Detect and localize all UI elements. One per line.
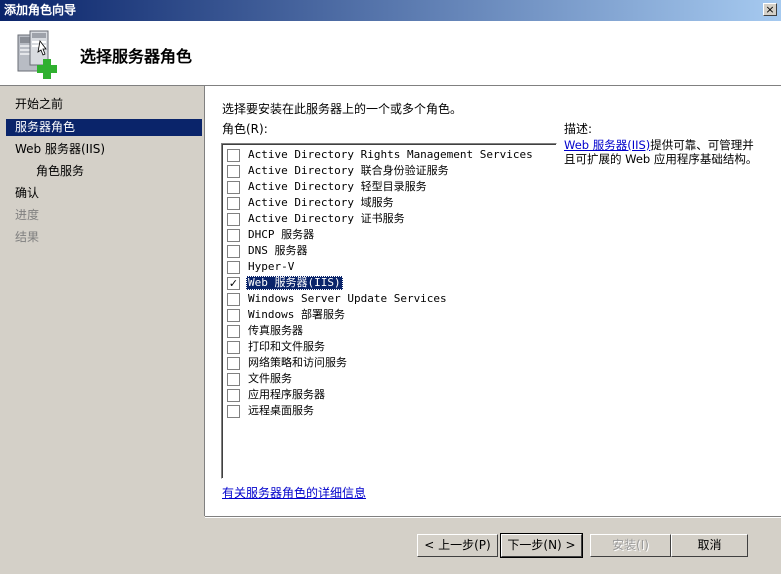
install-button: 安装(I)	[590, 534, 671, 557]
nav-item-progress: 进度	[15, 208, 40, 222]
instruction-text: 选择要安装在此服务器上的一个或多个角色。	[222, 102, 463, 116]
back-button[interactable]: < 上一步(P)	[417, 534, 498, 557]
page-title: 选择服务器角色	[80, 47, 193, 66]
wizard-footer: < 上一步(P) 下一步(N) > 安装(I) 取消	[205, 516, 781, 574]
main-panel: 选择要安装在此服务器上的一个或多个角色。 角色(R): Active Direc…	[205, 86, 781, 516]
roles-list[interactable]: Active Directory Rights Management Servi…	[221, 143, 557, 479]
role-checkbox[interactable]	[227, 293, 240, 306]
role-checkbox[interactable]	[227, 229, 240, 242]
wizard-header: 选择服务器角色	[0, 21, 781, 86]
role-label: Active Directory 轻型目录服务	[248, 180, 427, 193]
role-item[interactable]: 传真服务器	[227, 323, 547, 339]
role-label: Hyper-V	[248, 260, 295, 273]
role-label: Active Directory Rights Management Servi…	[248, 148, 533, 161]
role-checkbox[interactable]	[227, 405, 240, 418]
role-checkbox[interactable]: ✓	[227, 277, 240, 290]
role-item[interactable]: 文件服务	[227, 371, 547, 387]
role-item[interactable]: Active Directory 联合身份验证服务	[227, 163, 547, 179]
description-link[interactable]: Web 服务器(IIS)	[564, 138, 650, 152]
role-item[interactable]: DHCP 服务器	[227, 227, 547, 243]
nav-item-role-services[interactable]: 角色服务	[6, 163, 202, 180]
role-label: 应用程序服务器	[248, 388, 325, 401]
role-label: Windows Server Update Services	[248, 292, 447, 305]
role-checkbox[interactable]	[227, 341, 240, 354]
role-item[interactable]: Active Directory 轻型目录服务	[227, 179, 547, 195]
cancel-button[interactable]: 取消	[671, 534, 748, 557]
role-item[interactable]: Active Directory 域服务	[227, 195, 547, 211]
add-roles-wizard-window: 添加角色向导 × 选择服务器角色 开始之前 服务器角色 Web 服务器(IIS)…	[0, 0, 781, 574]
role-item[interactable]: Hyper-V	[227, 259, 547, 275]
role-checkbox[interactable]	[227, 389, 240, 402]
role-checkbox[interactable]	[227, 165, 240, 178]
role-item[interactable]: 应用程序服务器	[227, 387, 547, 403]
nav-item-confirmation[interactable]: 确认	[6, 185, 202, 202]
nav-item-web-server[interactable]: Web 服务器(IIS)	[6, 141, 202, 158]
role-label: Active Directory 联合身份验证服务	[248, 164, 449, 177]
role-label: 网络策略和访问服务	[248, 356, 347, 369]
role-checkbox[interactable]	[227, 197, 240, 210]
nav-item-server-roles[interactable]: 服务器角色	[6, 119, 202, 136]
role-label: Windows 部署服务	[248, 308, 345, 321]
role-item[interactable]: 打印和文件服务	[227, 339, 547, 355]
role-item[interactable]: Active Directory 证书服务	[227, 211, 547, 227]
role-checkbox[interactable]	[227, 325, 240, 338]
nav-item-results: 结果	[15, 230, 40, 244]
role-checkbox[interactable]	[227, 261, 240, 274]
role-label: Active Directory 域服务	[248, 196, 394, 209]
nav-item-before-you-begin[interactable]: 开始之前	[6, 96, 202, 113]
role-label: 远程桌面服务	[248, 404, 314, 417]
role-label: 文件服务	[248, 372, 292, 385]
role-checkbox[interactable]	[227, 149, 240, 162]
role-label: 打印和文件服务	[248, 340, 325, 353]
role-item[interactable]: Windows Server Update Services	[227, 291, 547, 307]
description-label: 描述:	[564, 122, 593, 136]
role-label: Active Directory 证书服务	[248, 212, 405, 225]
close-button[interactable]: ×	[763, 3, 777, 16]
role-checkbox[interactable]	[227, 245, 240, 258]
role-item[interactable]: 网络策略和访问服务	[227, 355, 547, 371]
title-bar[interactable]: 添加角色向导 ×	[0, 0, 781, 21]
role-label: DNS 服务器	[248, 244, 308, 257]
role-checkbox[interactable]	[227, 309, 240, 322]
role-label: Web 服务器(IIS)	[246, 276, 343, 290]
roles-label: 角色(R):	[222, 122, 268, 136]
role-item[interactable]: 远程桌面服务	[227, 403, 547, 419]
more-info-link[interactable]: 有关服务器角色的详细信息	[222, 484, 366, 501]
role-item[interactable]: Windows 部署服务	[227, 307, 547, 323]
role-checkbox[interactable]	[227, 213, 240, 226]
role-label: DHCP 服务器	[248, 228, 315, 241]
role-item[interactable]: ✓ Web 服务器(IIS)	[227, 275, 547, 291]
role-item[interactable]: DNS 服务器	[227, 243, 547, 259]
role-checkbox[interactable]	[227, 373, 240, 386]
next-button[interactable]: 下一步(N) >	[500, 533, 583, 558]
window-title: 添加角色向导	[4, 3, 77, 17]
role-label: 传真服务器	[248, 324, 303, 337]
wizard-nav: 开始之前 服务器角色 Web 服务器(IIS) 角色服务 确认 进度 结果	[0, 86, 204, 574]
description-text: Web 服务器(IIS)提供可靠、可管理并且可扩展的 Web 应用程序基础结构。	[564, 138, 759, 166]
role-checkbox[interactable]	[227, 181, 240, 194]
role-checkbox[interactable]	[227, 357, 240, 370]
role-item[interactable]: Active Directory Rights Management Servi…	[227, 147, 547, 163]
server-add-icon	[17, 30, 57, 79]
